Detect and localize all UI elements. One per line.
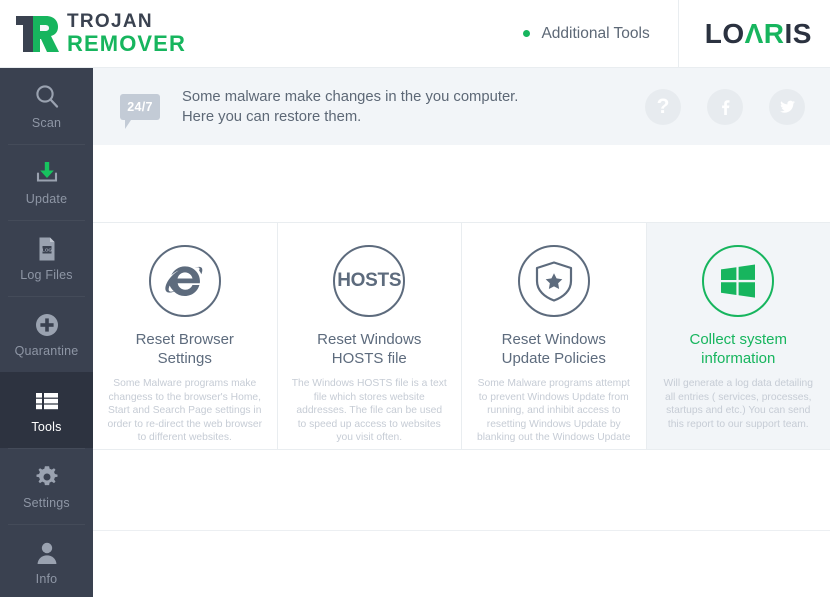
- list-grid-icon: [33, 386, 61, 416]
- sidebar-item-label: Update: [26, 192, 68, 206]
- tr-monogram-icon: [14, 13, 60, 55]
- hosts-icon-label: HOSTS: [337, 270, 401, 292]
- app-header: TROJAN REMOVER Additional Tools LO ΛR IS: [0, 0, 830, 68]
- notification-text: Some malware make changes in the you com…: [182, 87, 518, 127]
- sidebar-item-label: Tools: [31, 420, 61, 434]
- brand-logo[interactable]: TROJAN REMOVER: [0, 13, 186, 55]
- twitter-button[interactable]: [769, 89, 805, 125]
- brand-line-trojan: TROJAN: [67, 13, 186, 32]
- tool-card-description: Some Malware programs make changess to t…: [107, 377, 263, 445]
- brand-logo-text: TROJAN REMOVER: [67, 13, 186, 54]
- additional-tools-label: Additional Tools: [541, 25, 649, 43]
- sidebar-item-update[interactable]: Update: [0, 144, 93, 220]
- question-mark-icon: ?: [657, 96, 670, 117]
- sidebar-item-label: Scan: [32, 116, 61, 130]
- sidebar-item-settings[interactable]: Settings: [0, 448, 93, 524]
- sidebar-item-tools[interactable]: Tools: [0, 372, 93, 448]
- sidebar-item-log-files[interactable]: LOG Log Files: [0, 220, 93, 296]
- help-button[interactable]: ?: [645, 89, 681, 125]
- additional-tools-link[interactable]: Additional Tools: [523, 25, 677, 43]
- brand-line-remover: REMOVER: [67, 33, 186, 55]
- company-logo-part3: IS: [785, 18, 812, 50]
- notification-line-1: Some malware make changes in the you com…: [182, 87, 518, 107]
- magnifier-icon: [33, 82, 61, 112]
- tool-card-description: Will generate a log data detailing all e…: [661, 377, 817, 431]
- speech-bubble-icon: 24/7: [120, 94, 160, 120]
- svg-text:LOG: LOG: [42, 248, 52, 253]
- windows-logo-icon: [702, 245, 774, 317]
- tool-card-description: Some Malware programs attempt to prevent…: [476, 377, 632, 445]
- tool-card-title: Reset Browser Settings: [107, 330, 263, 368]
- shield-star-icon: [518, 245, 590, 317]
- twitter-bird-icon: [778, 97, 797, 116]
- company-logo-part1: LO: [705, 18, 745, 50]
- support-badge-label: 24/7: [120, 94, 160, 120]
- notification-line-2: Here you can restore them.: [182, 107, 518, 127]
- facebook-icon: [716, 98, 734, 116]
- tools-card-grid: Reset Browser Settings Some Malware prog…: [93, 222, 830, 450]
- sidebar-item-info[interactable]: Info: [0, 524, 93, 597]
- tool-card-collect-system-information[interactable]: Collect system information Will generate…: [646, 223, 830, 449]
- sidebar-nav: Scan Update LOG Log Files: [0, 68, 93, 597]
- sidebar-item-label: Info: [36, 572, 58, 586]
- tool-card-description: The Windows HOSTS file is a text file wh…: [292, 377, 448, 445]
- internet-explorer-icon: [149, 245, 221, 317]
- tool-card-reset-windows-update-policies[interactable]: Reset Windows Update Policies Some Malwa…: [461, 223, 646, 449]
- plus-circle-icon: [33, 310, 61, 340]
- company-logo-part2: ΛR: [745, 18, 785, 50]
- gear-icon: [33, 462, 61, 492]
- sidebar-item-label: Quarantine: [15, 344, 79, 358]
- tool-card-reset-browser-settings[interactable]: Reset Browser Settings Some Malware prog…: [93, 223, 277, 449]
- download-tray-icon: [33, 158, 61, 188]
- notification-actions: ?: [645, 89, 830, 125]
- tool-card-reset-windows-hosts-file[interactable]: HOSTS Reset Windows HOSTS file The Windo…: [277, 223, 462, 449]
- sidebar-item-quarantine[interactable]: Quarantine: [0, 296, 93, 372]
- tool-card-title: Collect system information: [661, 330, 817, 368]
- sidebar-item-label: Log Files: [20, 268, 73, 282]
- footer-area: [93, 531, 830, 597]
- application-window: TROJAN REMOVER Additional Tools LO ΛR IS: [0, 0, 830, 597]
- notification-bar: 24/7 Some malware make changes in the yo…: [93, 68, 830, 145]
- speech-bubble-tail: [125, 120, 131, 129]
- status-dot-icon: [523, 30, 530, 37]
- company-logo: LO ΛR IS: [679, 18, 830, 50]
- tool-card-title: Reset Windows HOSTS file: [292, 330, 448, 368]
- log-document-icon: LOG: [33, 234, 61, 264]
- sidebar-item-scan[interactable]: Scan: [0, 68, 93, 144]
- facebook-button[interactable]: [707, 89, 743, 125]
- sidebar-item-label: Settings: [23, 496, 70, 510]
- hosts-text-icon: HOSTS: [333, 245, 405, 317]
- person-icon: [33, 538, 61, 568]
- tool-card-title: Reset Windows Update Policies: [476, 330, 632, 368]
